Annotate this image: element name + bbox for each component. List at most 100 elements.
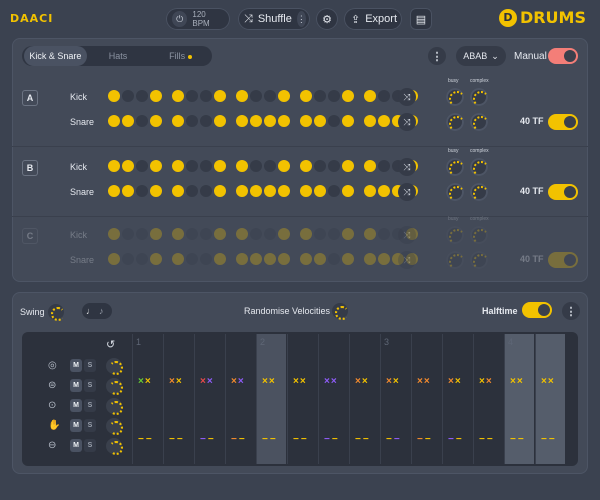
solo-button[interactable]: S [84, 379, 96, 392]
step-button[interactable] [364, 115, 376, 127]
row-shuffle-button[interactable]: ⤨ [398, 113, 416, 131]
step-button[interactable] [200, 90, 212, 102]
step-button[interactable] [342, 228, 354, 240]
groove-column[interactable]: ×× −− [287, 334, 317, 464]
step-button[interactable] [136, 228, 148, 240]
reset-icon[interactable]: ↺ [106, 338, 120, 352]
step-button[interactable] [200, 160, 212, 172]
lane-level-knob[interactable] [106, 438, 123, 455]
step-button[interactable] [122, 185, 134, 197]
step-button[interactable] [186, 115, 198, 127]
groove-column[interactable]: 4 ×× −− [504, 334, 534, 464]
section-letter[interactable]: B [22, 160, 38, 176]
step-button[interactable] [136, 253, 148, 265]
kick-marker[interactable]: − [355, 434, 363, 445]
kick-marker[interactable]: − [324, 434, 332, 445]
step-button[interactable] [364, 90, 376, 102]
solo-button[interactable]: S [84, 419, 96, 432]
step-button[interactable] [278, 228, 290, 240]
step-button[interactable] [300, 253, 312, 265]
more-icon[interactable]: ⋮ [296, 11, 306, 27]
groove-column[interactable]: ×× −− [535, 334, 565, 464]
step-button[interactable] [200, 185, 212, 197]
groove-column[interactable]: 1 ×× −− [132, 334, 162, 464]
step-button[interactable] [378, 253, 390, 265]
document-button[interactable]: ▤ [410, 8, 432, 30]
step-button[interactable] [250, 90, 262, 102]
kick-marker[interactable]: − [138, 434, 146, 445]
step-button[interactable] [172, 185, 184, 197]
step-button[interactable] [150, 90, 162, 102]
groove-column[interactable]: ×× −− [318, 334, 348, 464]
step-button[interactable] [364, 253, 376, 265]
step-button[interactable] [378, 185, 390, 197]
tab-fills[interactable]: Fills [149, 46, 212, 66]
kick-marker[interactable]: − [177, 434, 185, 445]
complex-knob[interactable] [470, 88, 489, 107]
kick-marker[interactable]: − [510, 434, 518, 445]
step-button[interactable] [314, 228, 326, 240]
solo-button[interactable]: S [84, 359, 96, 372]
tab-hats[interactable]: Hats [87, 46, 150, 66]
busy-knob[interactable] [446, 251, 465, 270]
hit-marker[interactable]: × [231, 376, 238, 387]
kick-marker[interactable]: − [394, 434, 402, 445]
step-button[interactable] [300, 185, 312, 197]
step-button[interactable] [236, 228, 248, 240]
hit-marker[interactable]: × [548, 376, 555, 387]
step-button[interactable] [342, 253, 354, 265]
hit-marker[interactable]: × [200, 376, 207, 387]
step-button[interactable] [186, 90, 198, 102]
kick-marker[interactable]: − [456, 434, 464, 445]
step-button[interactable] [236, 90, 248, 102]
step-button[interactable] [264, 253, 276, 265]
step-button[interactable] [200, 115, 212, 127]
pattern-menu-button[interactable]: ⋮ [428, 47, 446, 65]
hit-marker[interactable]: × [331, 376, 338, 387]
complex-knob[interactable] [470, 183, 489, 202]
hit-marker[interactable]: × [324, 376, 331, 387]
halftime-toggle[interactable] [522, 302, 552, 318]
step-button[interactable] [108, 228, 120, 240]
groove-column[interactable]: 3 ×× −− [380, 334, 410, 464]
step-button[interactable] [214, 228, 226, 240]
hit-marker[interactable]: × [238, 376, 245, 387]
tempo-control[interactable]: ⏻ 120 BPM [166, 8, 230, 30]
step-button[interactable] [186, 253, 198, 265]
step-button[interactable] [314, 90, 326, 102]
groove-column[interactable]: ×× −− [349, 334, 379, 464]
step-button[interactable] [172, 253, 184, 265]
groove-column[interactable]: ×× −− [411, 334, 441, 464]
hit-marker[interactable]: × [486, 376, 493, 387]
kick-marker[interactable]: − [301, 434, 309, 445]
step-button[interactable] [108, 115, 120, 127]
hit-marker[interactable]: × [448, 376, 455, 387]
step-button[interactable] [136, 90, 148, 102]
busy-knob[interactable] [446, 183, 465, 202]
complex-knob[interactable] [470, 226, 489, 245]
randomise-velocities-knob[interactable] [332, 303, 349, 320]
complex-knob[interactable] [470, 251, 489, 270]
hit-marker[interactable]: × [362, 376, 369, 387]
step-button[interactable] [328, 253, 340, 265]
groove-column[interactable]: ×× −− [442, 334, 472, 464]
mute-button[interactable]: M [70, 379, 82, 392]
step-button[interactable] [108, 185, 120, 197]
step-button[interactable] [278, 185, 290, 197]
step-button[interactable] [378, 90, 390, 102]
step-button[interactable] [250, 228, 262, 240]
step-button[interactable] [278, 115, 290, 127]
busy-knob[interactable] [446, 113, 465, 132]
solo-button[interactable]: S [84, 439, 96, 452]
step-button[interactable] [278, 90, 290, 102]
export-button[interactable]: ⇪ Export [344, 8, 402, 30]
hit-marker[interactable]: × [393, 376, 400, 387]
hit-marker[interactable]: × [269, 376, 276, 387]
hit-marker[interactable]: × [293, 376, 300, 387]
step-button[interactable] [328, 115, 340, 127]
mute-button[interactable]: M [70, 399, 82, 412]
step-button[interactable] [122, 253, 134, 265]
settings-button[interactable]: ⚙ [316, 8, 338, 30]
step-button[interactable] [264, 228, 276, 240]
kick-marker[interactable]: − [425, 434, 433, 445]
